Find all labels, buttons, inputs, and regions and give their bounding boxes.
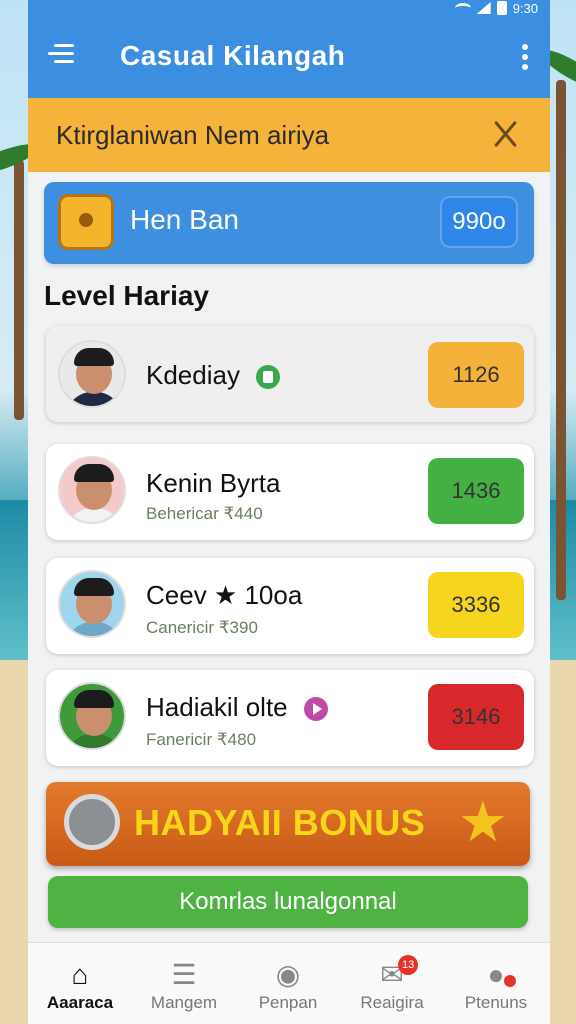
- star-icon: ★: [457, 790, 508, 853]
- player-name: Hadiakil olte: [146, 692, 329, 723]
- status-bar: 9:30: [28, 0, 550, 20]
- score-badge: 3146: [428, 684, 524, 750]
- hero-title: Hen Ban: [130, 204, 239, 235]
- green-circle-icon: [256, 365, 281, 390]
- bonus-button[interactable]: HADYAII BONUS ★: [46, 782, 530, 866]
- banner-text: Ktirglaniwan Nem airiya: [56, 120, 330, 150]
- home-icon: ⌂: [71, 959, 89, 990]
- avatar: [58, 456, 126, 524]
- player-subtitle: Behericar ₹440: [146, 504, 263, 523]
- nav-item-home[interactable]: ⌂ Aaaraca: [28, 957, 132, 1013]
- background-scenery-right: [546, 0, 576, 1024]
- more-options-icon[interactable]: [522, 44, 530, 70]
- avatar: [58, 340, 126, 408]
- treasure-chest-icon: [58, 194, 114, 250]
- player-name: Kenin Byrta: [146, 468, 281, 498]
- player-name: Kdediay: [146, 360, 281, 391]
- app-bar: 9:30 Casual Kilangah: [28, 0, 550, 98]
- score-badge: 1436: [428, 458, 524, 524]
- badge-icon: ◉: [275, 959, 301, 990]
- status-time: 9:30: [512, 0, 538, 16]
- message-icon: ✉ 13: [340, 955, 444, 993]
- phone-screen: 9:30 Casual Kilangah Ktirglaniwan Nem ai…: [28, 0, 550, 1024]
- score-badge: 3336: [428, 572, 524, 638]
- signal-icon: [476, 2, 491, 14]
- hero-card[interactable]: Hen Ban 990o: [44, 182, 534, 264]
- close-icon[interactable]: [488, 118, 524, 150]
- profile-icon: ●: [444, 957, 548, 993]
- wifi-icon: [454, 3, 471, 13]
- player-subtitle: Canericir ₹390: [146, 618, 258, 637]
- notification-dot: [504, 975, 516, 987]
- clipboard-icon: ☰: [171, 959, 197, 990]
- bottom-navigation: ⌂ Aaaraca ☰ Mangem ◉ Penpan ✉ 13 Reaigir…: [28, 942, 550, 1024]
- app-title: Casual Kilangah: [120, 40, 346, 71]
- leaderboard-row[interactable]: Hadiakil olte Fanericir ₹480 3146: [46, 670, 534, 766]
- bonus-label: HADYAII BONUS: [134, 802, 426, 843]
- avatar: [58, 570, 126, 638]
- hero-coin-badge[interactable]: 990o: [440, 196, 518, 248]
- menu-icon[interactable]: [44, 40, 76, 68]
- leaderboard-row[interactable]: Ceev ★ 10oa Canericir ₹390 3336: [46, 558, 534, 654]
- nav-item-penpan[interactable]: ◉ Penpan: [236, 957, 340, 1013]
- avatar: [58, 682, 126, 750]
- stopwatch-icon: [64, 794, 120, 850]
- battery-icon: [496, 1, 507, 15]
- section-title: Level Hariay: [44, 280, 209, 311]
- notification-count-badge: 13: [398, 955, 419, 975]
- nav-item-mangem[interactable]: ☰ Mangem: [132, 957, 236, 1013]
- score-badge: 1126: [428, 342, 524, 408]
- leaderboard-row[interactable]: Kenin Byrta Behericar ₹440 1436: [46, 444, 534, 540]
- notice-banner: Ktirglaniwan Nem airiya: [28, 98, 550, 172]
- play-icon: [303, 697, 328, 722]
- player-name: Ceev ★ 10oa: [146, 580, 303, 610]
- player-subtitle: Fanericir ₹480: [146, 730, 257, 749]
- nav-item-reaigira[interactable]: ✉ 13 Reaigira: [340, 955, 444, 1013]
- leaderboard-row[interactable]: Kdediay 1126: [46, 326, 534, 422]
- action-button[interactable]: Komrlas lunalgonnal: [48, 876, 528, 928]
- nav-item-profile[interactable]: ● Ptenuns: [444, 957, 548, 1013]
